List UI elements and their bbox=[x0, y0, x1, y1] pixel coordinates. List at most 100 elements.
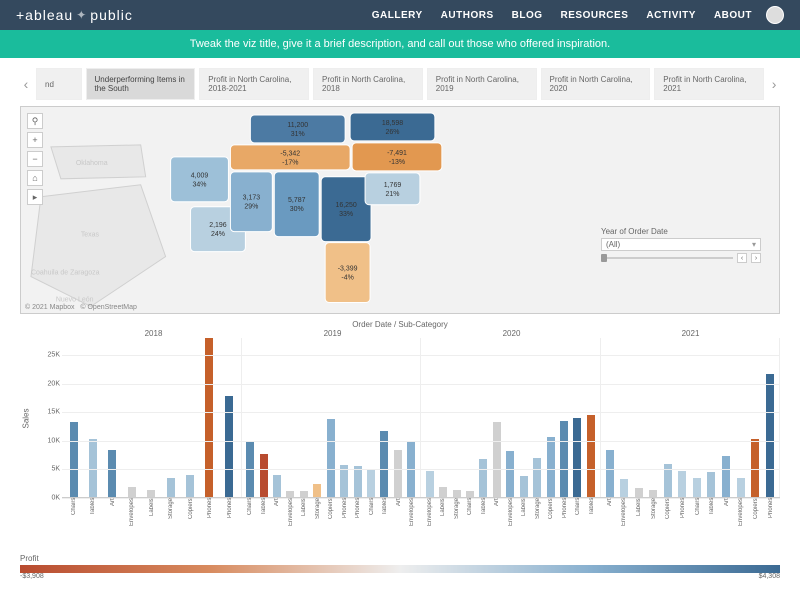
state-virginia[interactable] bbox=[350, 113, 435, 141]
bar[interactable] bbox=[186, 475, 194, 497]
bar[interactable] bbox=[587, 415, 595, 497]
year-column-2018 bbox=[62, 338, 242, 497]
year-next[interactable]: › bbox=[751, 253, 761, 263]
bar[interactable] bbox=[453, 490, 461, 497]
year-filter-select[interactable]: (All) ▾ bbox=[601, 238, 761, 251]
bar[interactable] bbox=[751, 439, 759, 497]
bar[interactable] bbox=[327, 419, 335, 497]
logo[interactable]: +ableau ✦ public bbox=[16, 7, 133, 23]
story-tab-2[interactable]: Profit in North Carolina, 2018-2021 bbox=[199, 68, 309, 100]
bar[interactable] bbox=[313, 484, 321, 497]
x-tick-label: Envelopes bbox=[288, 498, 294, 538]
bar[interactable] bbox=[205, 338, 213, 497]
state-alabama[interactable] bbox=[274, 172, 319, 237]
x-tick-label: Copiers bbox=[548, 498, 554, 538]
y-tick-label: 5K bbox=[51, 466, 60, 473]
bar[interactable] bbox=[354, 466, 362, 497]
x-tick-label: Chairs bbox=[71, 498, 77, 538]
attrib-osm: © OpenStreetMap bbox=[80, 304, 137, 311]
bar[interactable] bbox=[560, 421, 568, 497]
map-play-icon[interactable]: ▸ bbox=[27, 189, 43, 205]
bar[interactable] bbox=[439, 487, 447, 497]
year-column-2019 bbox=[242, 338, 422, 497]
nav-gallery[interactable]: GALLERY bbox=[372, 10, 423, 21]
bar[interactable] bbox=[766, 374, 774, 497]
neighbor-label: Nuevo León bbox=[56, 296, 94, 303]
slider-knob[interactable] bbox=[601, 254, 607, 262]
state-north-carolina[interactable] bbox=[352, 143, 442, 171]
map-svg[interactable]: Oklahoma Texas Coahuila de Zaragoza Nuev… bbox=[21, 107, 779, 314]
bar[interactable] bbox=[466, 491, 474, 497]
nav-blog[interactable]: BLOG bbox=[512, 10, 543, 21]
y-axis-label: Sales bbox=[22, 408, 31, 428]
map-home-icon[interactable]: ⌂ bbox=[27, 170, 43, 186]
profit-legend: Profit -$3,908 $4,308 bbox=[20, 554, 780, 580]
bar[interactable] bbox=[533, 458, 541, 497]
y-tick-label: 25K bbox=[48, 352, 60, 359]
bar[interactable] bbox=[273, 475, 281, 497]
story-tab-label: Profit in North Carolina, 2021 bbox=[663, 75, 755, 93]
nav-resources[interactable]: RESOURCES bbox=[561, 10, 629, 21]
bar[interactable] bbox=[108, 450, 116, 497]
bar[interactable] bbox=[286, 491, 294, 497]
bar[interactable] bbox=[367, 469, 375, 497]
story-tab-4[interactable]: Profit in North Carolina, 2019 bbox=[427, 68, 537, 100]
x-tick-label: Copiers bbox=[188, 498, 194, 538]
story-tab-5[interactable]: Profit in North Carolina, 2020 bbox=[541, 68, 651, 100]
state-arkansas[interactable] bbox=[171, 157, 229, 202]
bar[interactable] bbox=[737, 478, 745, 497]
bar[interactable] bbox=[520, 476, 528, 497]
bar[interactable] bbox=[479, 459, 487, 497]
bar[interactable] bbox=[620, 479, 628, 497]
top-nav: +ableau ✦ public GALLERY AUTHORS BLOG RE… bbox=[0, 0, 800, 30]
x-tick-label: Envelopes bbox=[129, 498, 135, 538]
story-tab-6[interactable]: Profit in North Carolina, 2021 bbox=[654, 68, 764, 100]
map-search-icon[interactable]: ⚲ bbox=[27, 113, 43, 129]
bar[interactable] bbox=[506, 451, 514, 497]
state-florida[interactable] bbox=[325, 243, 370, 303]
bar[interactable] bbox=[573, 418, 581, 497]
bar[interactable] bbox=[89, 439, 97, 497]
bar[interactable] bbox=[260, 454, 268, 497]
story-tab-3[interactable]: Profit in North Carolina, 2018 bbox=[313, 68, 423, 100]
state-south-carolina[interactable] bbox=[365, 173, 420, 205]
state-mississippi[interactable] bbox=[230, 172, 272, 232]
bar[interactable] bbox=[128, 487, 136, 497]
bar[interactable] bbox=[394, 450, 402, 497]
x-tick-label: Phones bbox=[562, 498, 568, 538]
bar[interactable] bbox=[426, 471, 434, 497]
nav-authors[interactable]: AUTHORS bbox=[441, 10, 494, 21]
map-zoom-out[interactable]: − bbox=[27, 151, 43, 167]
story-tab-0[interactable]: nd bbox=[36, 68, 82, 100]
nav-about[interactable]: ABOUT bbox=[714, 10, 752, 21]
map-zoom-in[interactable]: + bbox=[27, 132, 43, 148]
year-prev[interactable]: ‹ bbox=[737, 253, 747, 263]
x-tick-label: Art bbox=[724, 498, 730, 538]
bar[interactable] bbox=[635, 488, 643, 497]
story-prev[interactable]: ‹ bbox=[20, 76, 32, 92]
bar[interactable] bbox=[722, 456, 730, 497]
bar[interactable] bbox=[547, 437, 555, 497]
state-tennessee[interactable] bbox=[230, 145, 350, 170]
bar[interactable] bbox=[493, 422, 501, 497]
year-filter: Year of Order Date (All) ▾ ‹ › bbox=[601, 227, 761, 263]
bar[interactable] bbox=[147, 490, 155, 497]
x-tick-label: Storage bbox=[168, 498, 174, 538]
x-tick-label: Labels bbox=[149, 498, 155, 538]
chart-year-headers: 2018 2019 2020 2021 bbox=[64, 329, 780, 338]
nav-activity[interactable]: ACTIVITY bbox=[646, 10, 696, 21]
state-kentucky[interactable] bbox=[250, 115, 345, 143]
bar[interactable] bbox=[707, 472, 715, 497]
year-slider[interactable]: ‹ › bbox=[601, 253, 761, 263]
bar[interactable] bbox=[300, 491, 308, 497]
bar[interactable] bbox=[70, 422, 78, 497]
avatar[interactable] bbox=[766, 6, 784, 24]
bar[interactable] bbox=[167, 478, 175, 497]
bar[interactable] bbox=[649, 490, 657, 497]
bar[interactable] bbox=[606, 450, 614, 497]
bar[interactable] bbox=[693, 478, 701, 497]
state-georgia[interactable] bbox=[321, 177, 371, 242]
bar[interactable] bbox=[678, 471, 686, 497]
story-tab-1[interactable]: Underperforming Items in the South bbox=[86, 68, 196, 100]
story-next[interactable]: › bbox=[768, 76, 780, 92]
